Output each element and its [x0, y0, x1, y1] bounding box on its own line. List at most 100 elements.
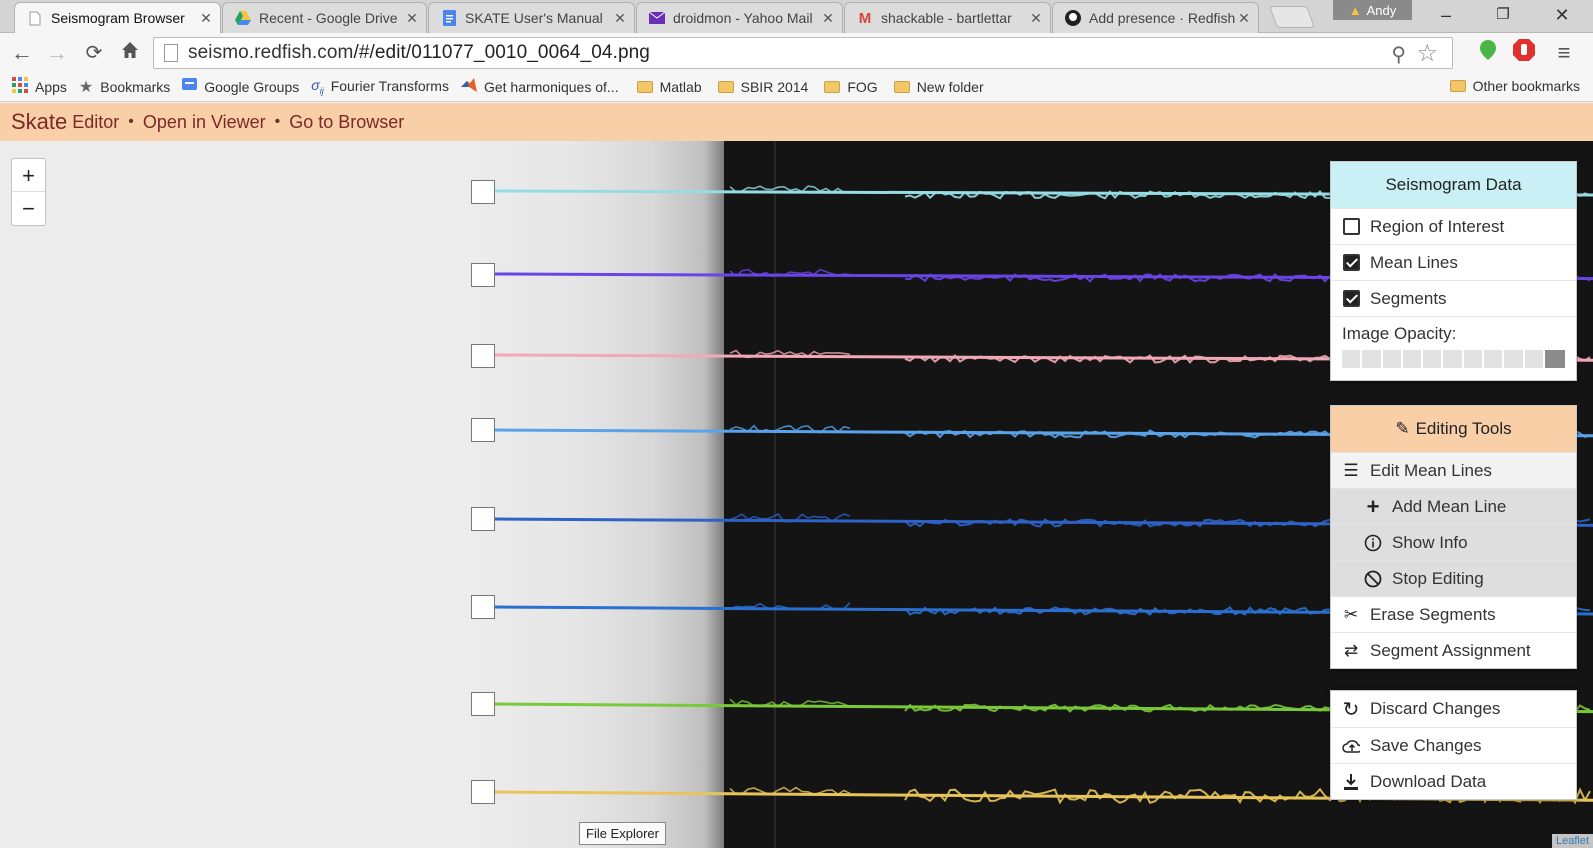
- zoom-icon[interactable]: ⚲: [1391, 42, 1406, 67]
- other-bookmarks[interactable]: Other bookmarks: [1449, 78, 1580, 94]
- opacity-slider[interactable]: [1342, 350, 1565, 368]
- trace-checkbox[interactable]: [471, 344, 495, 368]
- bookmark-folder-new[interactable]: New folder: [893, 79, 984, 95]
- open-in-viewer-link[interactable]: Open in Viewer: [143, 112, 266, 133]
- folder-icon: [1449, 80, 1466, 92]
- new-tab-button[interactable]: [1268, 6, 1316, 28]
- tab-title: droidmon - Yahoo Mail: [673, 10, 813, 26]
- zoom-in-button[interactable]: +: [12, 159, 45, 192]
- github-icon: [1065, 10, 1081, 26]
- zoom-out-button[interactable]: −: [12, 192, 45, 225]
- segment-assignment-button[interactable]: ⇄ Segment Assignment: [1331, 632, 1576, 668]
- separator: •: [128, 113, 134, 130]
- fourier-icon: σij: [311, 77, 324, 96]
- matlab-icon: [460, 78, 477, 95]
- google-drive-icon: [235, 10, 251, 26]
- go-to-browser-link[interactable]: Go to Browser: [289, 112, 404, 133]
- checkbox-checked[interactable]: [1342, 290, 1360, 307]
- download-data-button[interactable]: Download Data: [1331, 763, 1576, 799]
- seismogram-data-panel: Seismogram Data Region of Interest Mean …: [1330, 161, 1577, 381]
- trace-checkbox[interactable]: [471, 263, 495, 287]
- bookmark-star-icon[interactable]: ☆: [1416, 39, 1438, 68]
- close-icon[interactable]: ✕: [1028, 10, 1044, 27]
- close-icon[interactable]: ✕: [612, 10, 628, 27]
- bookmark-harmoniques[interactable]: Get harmoniques of...: [460, 78, 619, 95]
- info-icon: [1364, 534, 1382, 552]
- restore-button[interactable]: ❐: [1488, 3, 1518, 27]
- other-bookmarks-label: Other bookmarks: [1472, 78, 1580, 94]
- bookmark-label: Matlab: [659, 78, 702, 95]
- close-window-button[interactable]: ✕: [1547, 3, 1577, 27]
- layer-label: Mean Lines: [1370, 252, 1458, 272]
- folder-icon: [636, 80, 653, 93]
- undo-icon: ↻: [1342, 698, 1360, 721]
- tab-seismogram-browser[interactable]: Seismogram Browser ✕: [14, 2, 221, 33]
- tab-gmail[interactable]: M shackable - bartlettar ✕: [844, 2, 1051, 33]
- list-icon: ☰: [1343, 460, 1359, 480]
- bookmark-bookmarks[interactable]: ★ Bookmarks: [79, 77, 170, 97]
- green-extension-icon[interactable]: [1474, 38, 1502, 66]
- close-icon[interactable]: ✕: [198, 10, 214, 27]
- stop-editing-button[interactable]: Stop Editing: [1331, 560, 1576, 596]
- separator: •: [274, 113, 281, 130]
- layer-segments[interactable]: Segments: [1331, 280, 1576, 316]
- layer-label: Segments: [1370, 288, 1447, 308]
- close-icon[interactable]: ✕: [404, 10, 420, 27]
- trace-checkbox[interactable]: [471, 595, 495, 619]
- bookmark-fourier[interactable]: σij Fourier Transforms: [311, 77, 449, 96]
- adblock-icon[interactable]: [1510, 38, 1538, 66]
- opacity-row: Image Opacity:: [1331, 316, 1576, 350]
- minimize-button[interactable]: –: [1431, 3, 1461, 27]
- checkbox-unchecked[interactable]: [1342, 218, 1360, 235]
- folder-icon: [824, 80, 841, 93]
- profile-button[interactable]: ▲ Andy: [1333, 0, 1412, 20]
- tab-github[interactable]: Add presence · Redfish ✕: [1052, 2, 1259, 33]
- forward-button[interactable]: →: [43, 39, 71, 67]
- close-icon[interactable]: ✕: [820, 10, 836, 27]
- checkbox-checked[interactable]: [1342, 254, 1360, 271]
- show-info-button[interactable]: Show Info: [1331, 524, 1576, 560]
- trace-checkbox[interactable]: [471, 780, 495, 804]
- bookmark-apps[interactable]: Apps: [12, 77, 67, 96]
- address-bar[interactable]: seismo.redfish.com/#/edit/011077_0010_00…: [153, 37, 1453, 69]
- menu-icon[interactable]: ≡: [1550, 39, 1578, 67]
- discard-changes-button[interactable]: ↻ Discard Changes: [1331, 691, 1576, 727]
- erase-segments-button[interactable]: ✂ Erase Segments: [1331, 596, 1576, 632]
- save-changes-button[interactable]: Save Changes: [1331, 727, 1576, 763]
- tab-yahoo-mail[interactable]: droidmon - Yahoo Mail ✕: [636, 2, 843, 33]
- tab-skate-manual[interactable]: SKATE User's Manual ✕: [428, 2, 635, 33]
- home-icon: [122, 42, 138, 58]
- layer-mean-lines[interactable]: Mean Lines: [1331, 244, 1576, 280]
- folder-icon: [893, 80, 910, 93]
- bookmark-label: Bookmarks: [100, 78, 171, 95]
- trace-checkbox[interactable]: [471, 180, 495, 204]
- actions-panel: ↻ Discard Changes Save Changes Download …: [1330, 690, 1577, 800]
- bookmark-label: FOG: [847, 78, 878, 95]
- trace-checkbox[interactable]: [471, 418, 495, 442]
- trace-checkbox[interactable]: [471, 507, 495, 531]
- tab-title: shackable - bartlettar: [881, 10, 1012, 26]
- back-button[interactable]: ←: [8, 39, 36, 67]
- bookmark-google-groups[interactable]: Google Groups: [182, 77, 299, 96]
- browser-toolbar: ← → ⟳ seismo.redfish.com/#/edit/011077_0…: [0, 33, 1593, 72]
- edit-mean-lines-item[interactable]: ☰ Edit Mean Lines: [1331, 452, 1576, 488]
- google-groups-icon: [182, 77, 198, 96]
- zoom-control: + −: [11, 158, 46, 226]
- bookmark-label: Get harmoniques of...: [483, 78, 619, 95]
- opacity-slider-thumb[interactable]: [1544, 350, 1565, 368]
- add-mean-line-button[interactable]: + Add Mean Line: [1331, 488, 1576, 524]
- home-button[interactable]: [116, 39, 144, 67]
- bookmark-folder-matlab[interactable]: Matlab: [636, 78, 702, 95]
- editing-tools-title[interactable]: ✎ Editing Tools: [1331, 406, 1576, 452]
- layer-region-of-interest[interactable]: Region of Interest: [1331, 208, 1576, 244]
- trace-checkbox[interactable]: [471, 692, 495, 716]
- yahoo-mail-icon: [649, 10, 665, 26]
- bookmark-folder-fog[interactable]: FOG: [824, 78, 878, 95]
- tab-google-drive[interactable]: Recent - Google Drive ✕: [222, 2, 427, 33]
- tab-title: SKATE User's Manual: [465, 10, 603, 26]
- leaflet-attribution[interactable]: Leaflet: [1551, 834, 1593, 848]
- bookmark-folder-sbir[interactable]: SBIR 2014: [717, 79, 808, 95]
- close-icon[interactable]: ✕: [1236, 10, 1252, 27]
- tab-title: Seismogram Browser: [51, 10, 185, 26]
- reload-button[interactable]: ⟳: [80, 39, 108, 67]
